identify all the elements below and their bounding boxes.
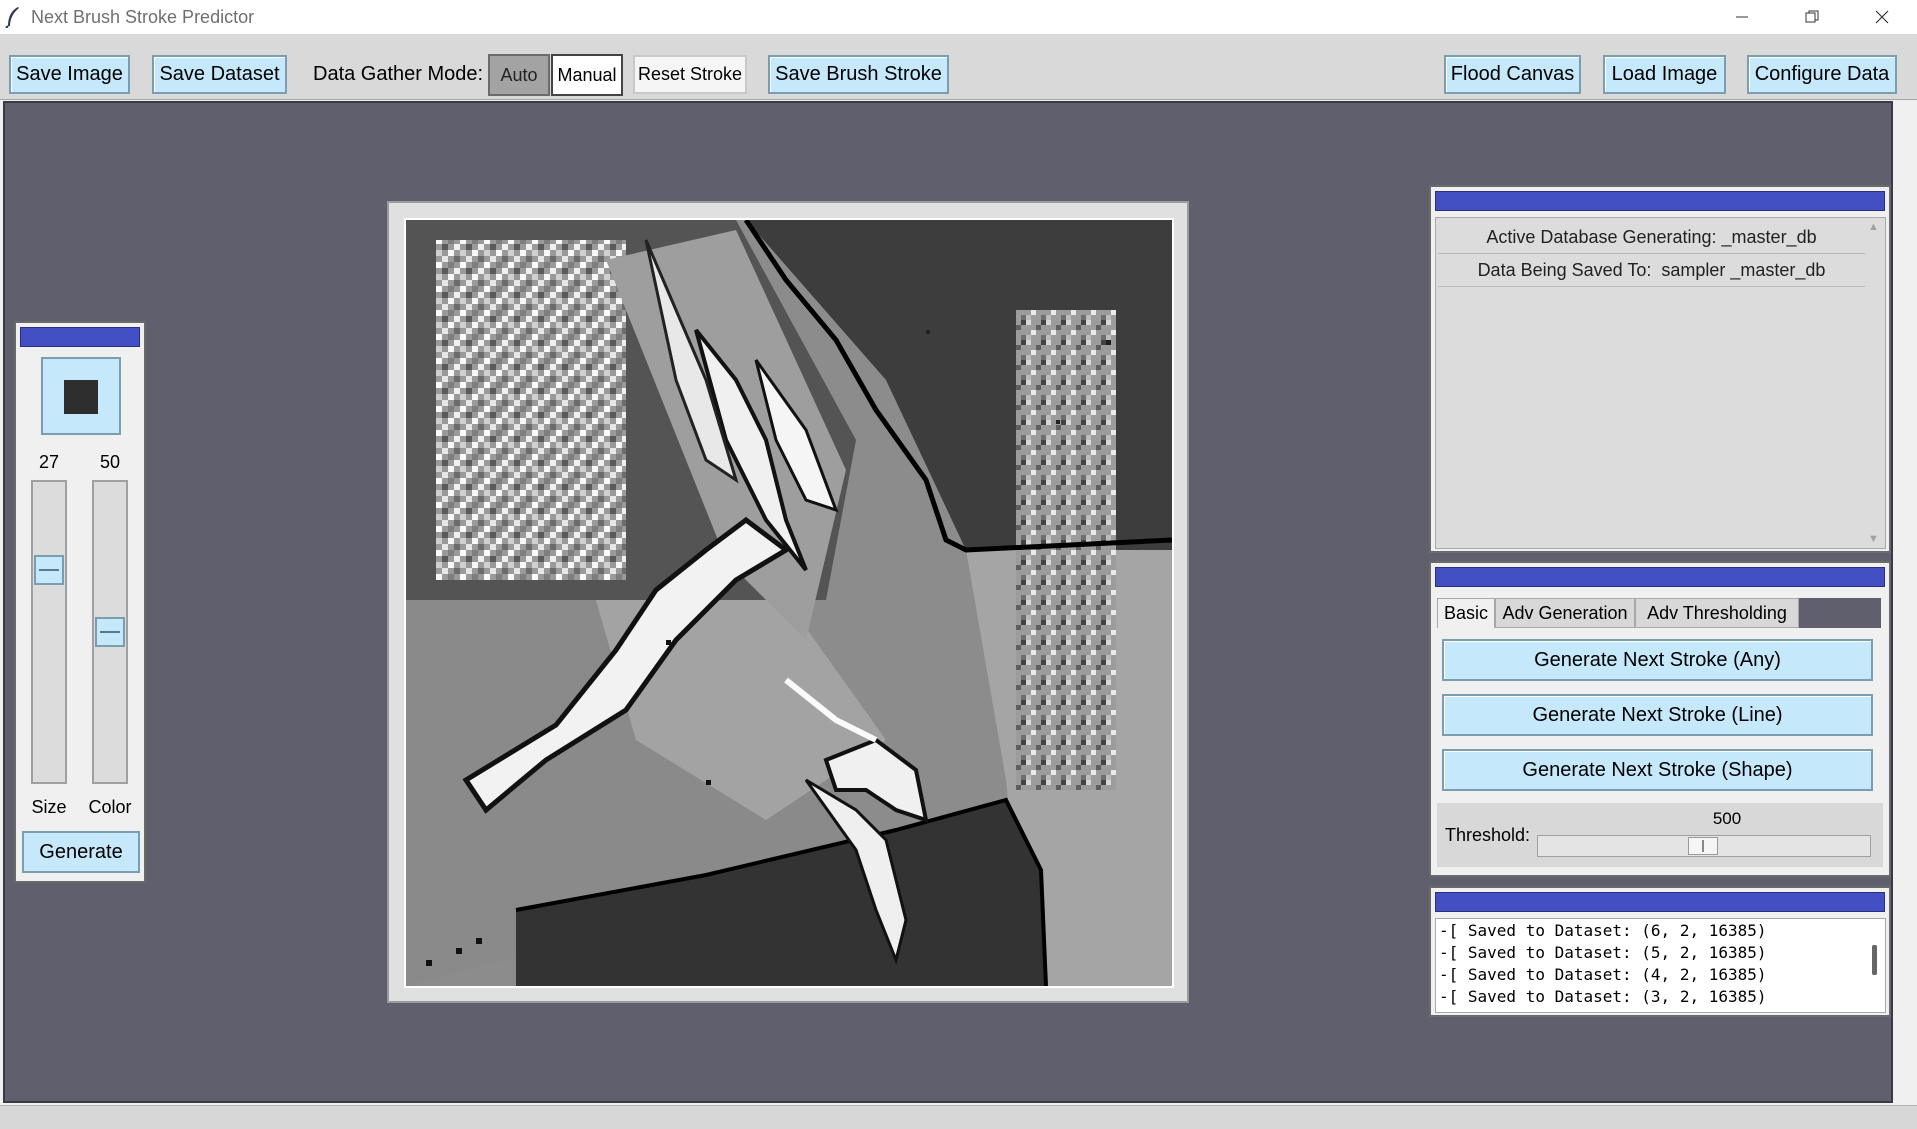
minimize-icon	[1736, 16, 1748, 18]
brush-panel-title-strip[interactable]	[20, 327, 140, 347]
color-swatch	[64, 380, 98, 414]
minimize-button[interactable]	[1707, 0, 1777, 34]
generation-panel: Basic Adv Generation Adv Thresholding Ge…	[1429, 561, 1891, 877]
canvas-frame	[387, 201, 1189, 1003]
list-item[interactable]: Active Database Generating: _master_db	[1438, 222, 1865, 254]
size-label: Size	[31, 797, 67, 817]
reset-stroke-button[interactable]: Reset Stroke	[633, 55, 747, 94]
configure-data-button[interactable]: Configure Data	[1747, 55, 1897, 94]
threshold-slider-thumb[interactable]	[1688, 837, 1718, 855]
color-value: 50	[99, 452, 121, 472]
drawing-canvas[interactable]	[404, 218, 1174, 988]
color-slider[interactable]	[92, 480, 128, 784]
threshold-value: 500	[1712, 809, 1742, 828]
mode-auto-button[interactable]: Auto	[488, 54, 550, 96]
generate-line-button[interactable]: Generate Next Stroke (Line)	[1442, 694, 1873, 736]
generate-shape-button[interactable]: Generate Next Stroke (Shape)	[1442, 749, 1873, 791]
status-strip	[0, 1105, 1917, 1129]
database-list: Active Database Generating: _master_db D…	[1435, 217, 1886, 549]
save-image-button[interactable]: Save Image	[9, 55, 130, 94]
window-title: Next Brush Stroke Predictor	[31, 7, 255, 27]
mode-manual-button[interactable]: Manual	[551, 54, 623, 96]
close-button[interactable]	[1847, 0, 1917, 34]
log-line: -[ Saved to Dataset: (4, 2, 16385)	[1439, 965, 1767, 984]
color-swatch-button[interactable]	[41, 357, 121, 435]
generation-panel-title-strip[interactable]	[1435, 567, 1885, 587]
tab-basic[interactable]: Basic	[1437, 598, 1495, 628]
database-panel: Active Database Generating: _master_db D…	[1429, 185, 1891, 553]
tab-bar: Basic Adv Generation Adv Thresholding	[1437, 598, 1881, 628]
log-output[interactable]: -[ Saved to Dataset: (6, 2, 16385) -[ Sa…	[1435, 918, 1886, 1013]
log-line: -[ Saved to Dataset: (3, 2, 16385)	[1439, 987, 1767, 1006]
log-scrollbar-thumb[interactable]	[1872, 945, 1877, 975]
generate-button[interactable]: Generate	[22, 831, 140, 873]
log-line: -[ Saved to Dataset: (6, 2, 16385)	[1439, 921, 1767, 940]
log-panel: -[ Saved to Dataset: (6, 2, 16385) -[ Sa…	[1429, 886, 1891, 1017]
generate-any-button[interactable]: Generate Next Stroke (Any)	[1442, 639, 1873, 681]
flood-canvas-button[interactable]: Flood Canvas	[1444, 55, 1581, 94]
restore-icon	[1805, 10, 1819, 23]
size-value: 27	[38, 452, 60, 472]
restore-button[interactable]	[1777, 0, 1847, 34]
threshold-label: Threshold:	[1445, 825, 1531, 845]
save-dataset-button[interactable]: Save Dataset	[152, 55, 287, 94]
scroll-up-icon[interactable]: ▲	[1868, 221, 1879, 233]
save-brush-stroke-button[interactable]: Save Brush Stroke	[768, 55, 949, 94]
canvas-image	[406, 220, 1172, 986]
log-line: -[ Saved to Dataset: (5, 2, 16385)	[1439, 943, 1767, 962]
list-item[interactable]: Data Being Saved To: sampler _master_db	[1438, 255, 1865, 287]
load-image-button[interactable]: Load Image	[1603, 55, 1726, 94]
brush-panel: 27 50 Size Color Generate	[14, 321, 146, 883]
threshold-control: Threshold: 500	[1437, 803, 1883, 867]
size-slider-thumb[interactable]	[34, 554, 64, 585]
scroll-down-icon[interactable]: ▼	[1868, 533, 1879, 545]
title-bar: Next Brush Stroke Predictor	[0, 0, 1917, 34]
database-panel-title-strip[interactable]	[1435, 191, 1885, 211]
threshold-slider[interactable]	[1537, 835, 1871, 857]
tab-adv-thresholding[interactable]: Adv Thresholding	[1635, 598, 1799, 628]
color-slider-thumb[interactable]	[95, 617, 125, 647]
color-label: Color	[88, 797, 132, 817]
tab-adv-generation[interactable]: Adv Generation	[1495, 598, 1635, 628]
feather-icon	[5, 6, 21, 29]
database-scrollbar[interactable]: ▲ ▼	[1864, 219, 1884, 547]
toolbar: Save Image Save Dataset Data Gather Mode…	[0, 34, 1917, 100]
close-icon	[1875, 10, 1889, 24]
log-panel-title-strip[interactable]	[1435, 892, 1885, 912]
size-slider[interactable]	[31, 480, 67, 784]
data-gather-mode-label: Data Gather Mode:	[313, 63, 484, 85]
